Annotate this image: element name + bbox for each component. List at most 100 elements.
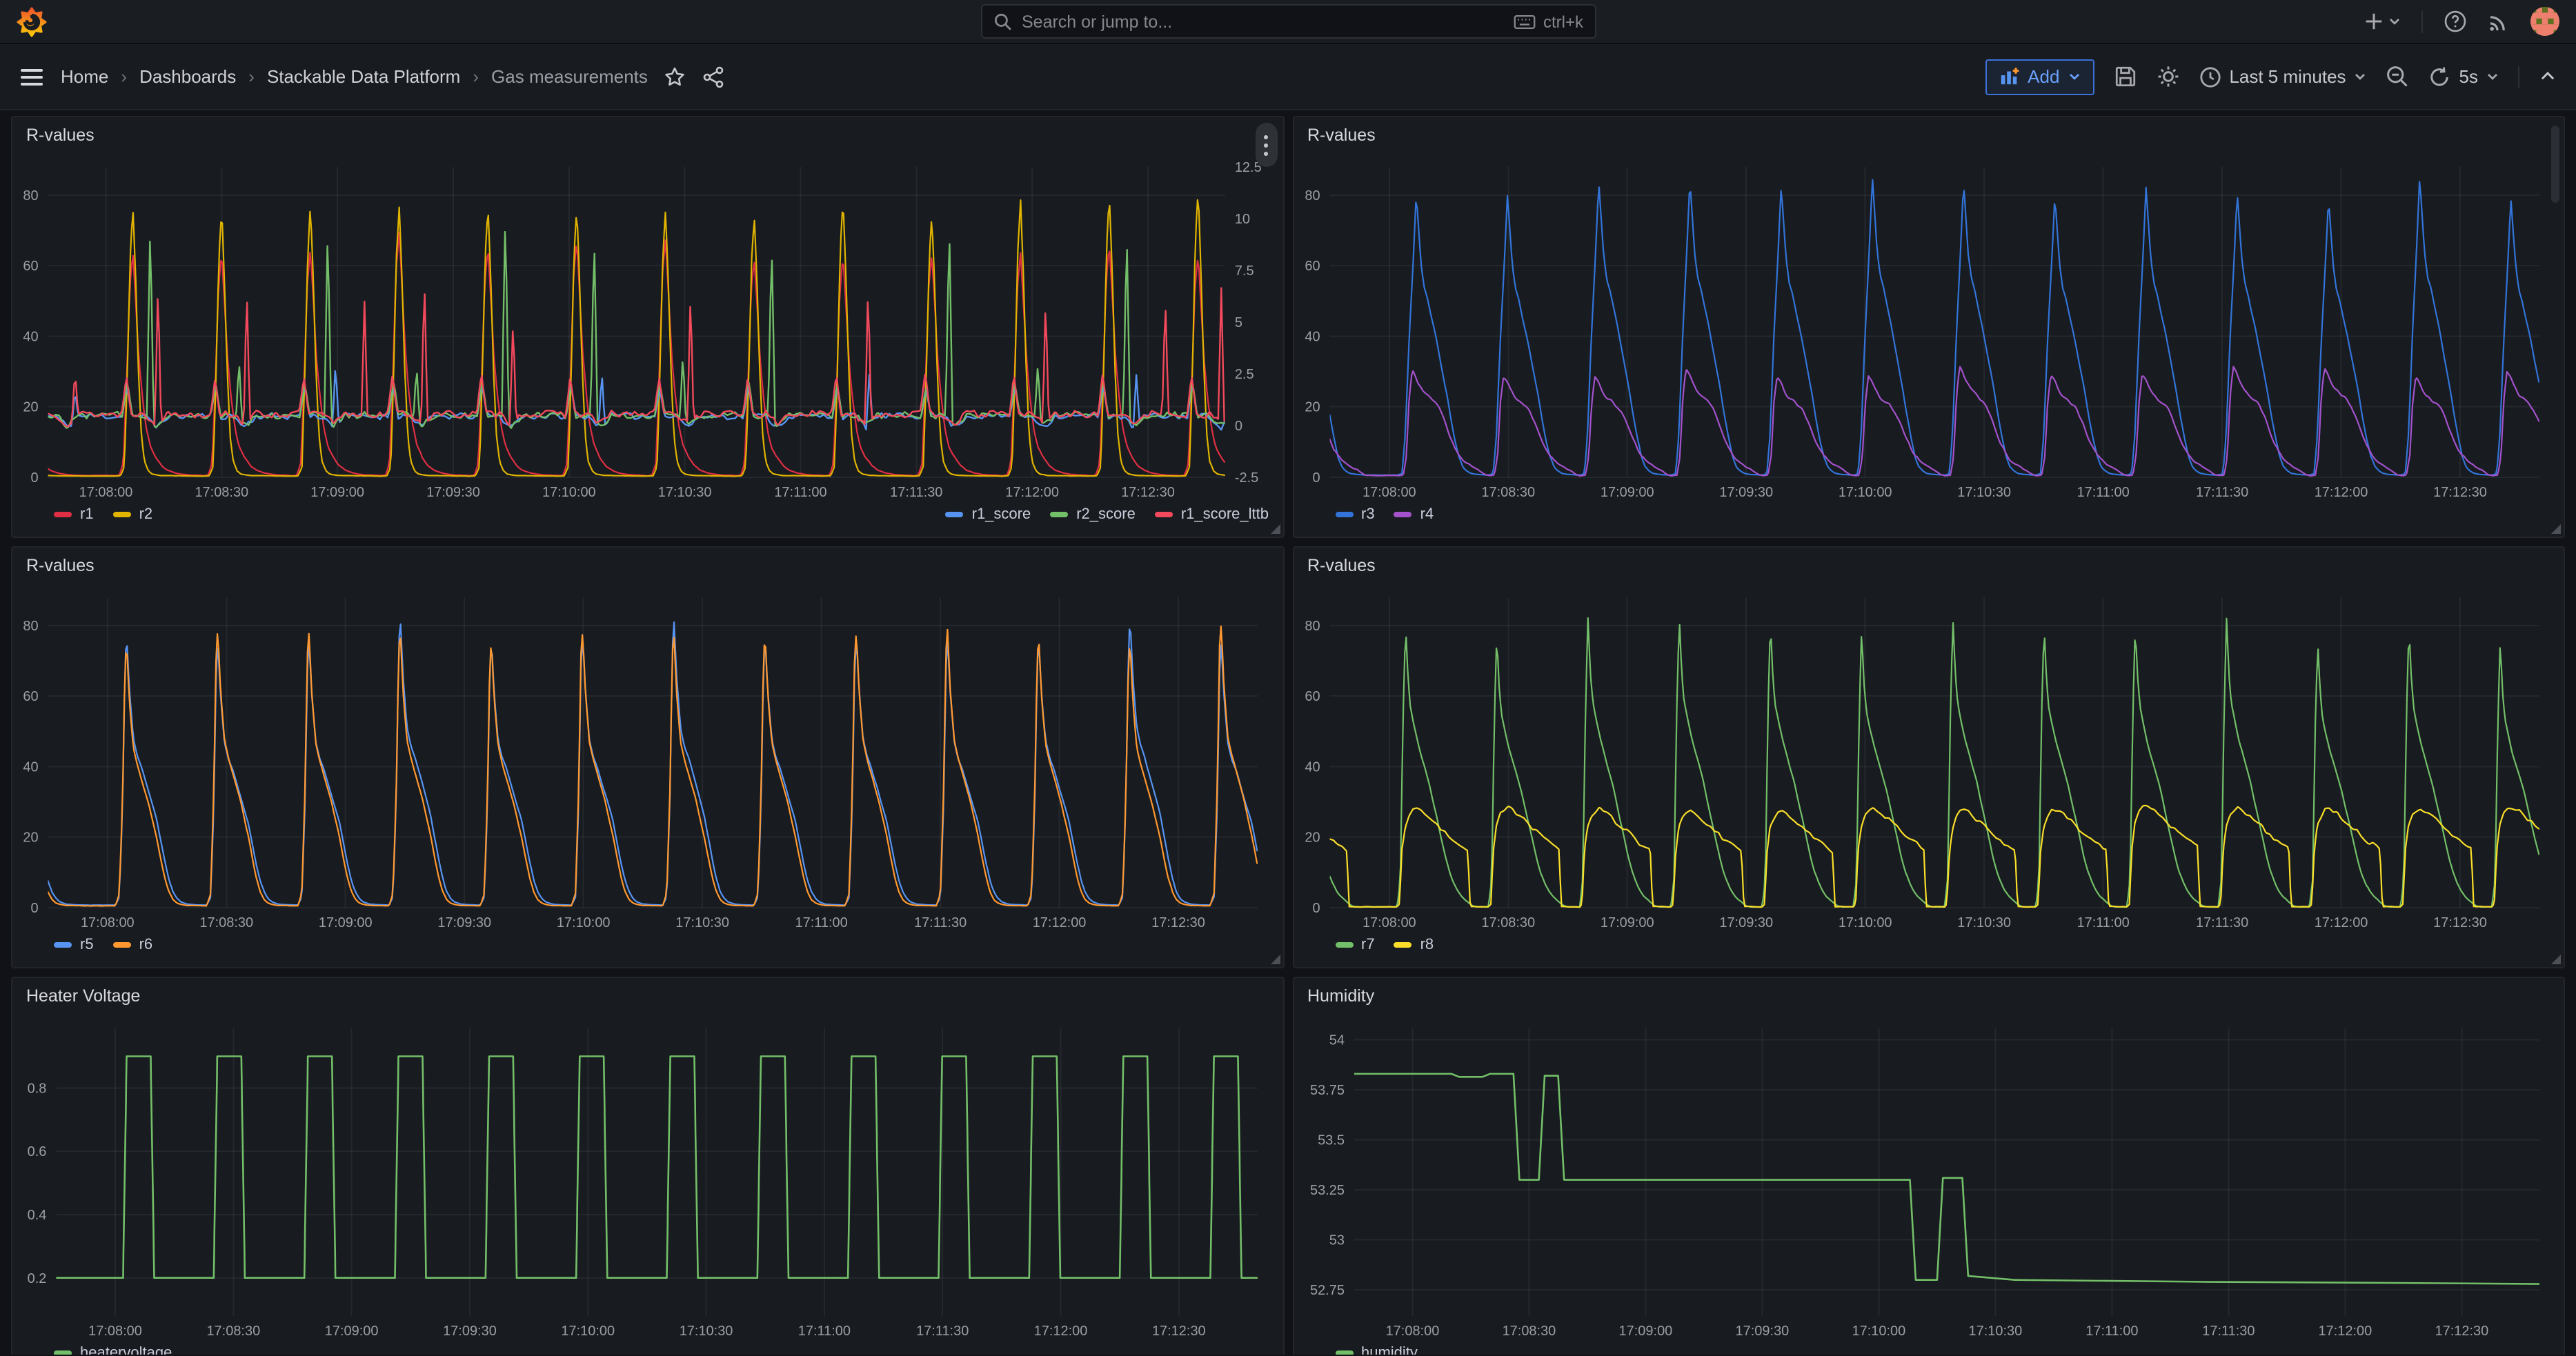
panel-resize-handle[interactable] [2551,524,2561,534]
legend-label: r1 [80,506,94,523]
user-avatar[interactable] [2530,7,2559,36]
zoom-out-icon [2386,65,2410,88]
zoom-out-button[interactable] [2386,65,2410,88]
panel-legend: r3 r4 [1294,503,2564,537]
panel-humidity: Humidity 17:08:0017:08:3017:09:0017:09:3… [1292,977,2565,1355]
toolbar-actions: Add Last 5 minutes [1985,59,2557,94]
legend-item-r1[interactable]: r1 [54,506,94,523]
svg-text:17:10:30: 17:10:30 [1956,915,2010,930]
svg-text:17:12:30: 17:12:30 [1152,1324,1206,1339]
legend-item-r5[interactable]: r5 [54,937,94,953]
legend-item-r2[interactable]: r2 [113,506,153,523]
svg-text:17:09:30: 17:09:30 [426,485,480,500]
legend-item-r1_score_lttb[interactable]: r1_score_lttb [1155,506,1269,523]
svg-text:0: 0 [30,470,38,486]
svg-text:17:09:00: 17:09:00 [325,1324,379,1339]
refresh-icon [2429,66,2451,88]
chart-heater-voltage[interactable]: 17:08:0017:08:3017:09:0017:09:3017:10:00… [18,1017,1274,1342]
svg-text:17:10:00: 17:10:00 [542,485,596,500]
legend-item-r1_score[interactable]: r1_score [946,506,1031,523]
new-menu-button[interactable] [2364,11,2401,32]
top-bar: Search or jump to... ctrl+k [0,0,2576,44]
svg-text:17:11:00: 17:11:00 [2077,915,2129,930]
svg-text:17:08:30: 17:08:30 [1480,485,1534,500]
svg-text:0.4: 0.4 [28,1208,47,1223]
panel-header[interactable]: R-values [1294,117,2564,153]
panel-r-values-3: R-values 17:08:0017:08:3017:09:0017:09:3… [11,546,1284,968]
legend-item-r2_score[interactable]: r2_score [1050,506,1136,523]
svg-text:17:10:00: 17:10:00 [561,1324,615,1339]
chart-r-values-2[interactable]: 17:08:0017:08:3017:09:0017:09:3017:10:00… [1299,156,2555,503]
panel-header[interactable]: R-values [1294,548,2564,584]
legend-swatch [946,512,964,517]
legend-item-r4[interactable]: r4 [1394,506,1434,523]
chevron-down-icon [2355,70,2367,83]
share-button[interactable] [703,66,725,88]
svg-text:17:12:30: 17:12:30 [2433,915,2486,930]
svg-text:17:11:00: 17:11:00 [2085,1324,2137,1339]
breadcrumb-dashboards[interactable]: Dashboards [139,66,236,87]
search-input[interactable]: Search or jump to... ctrl+k [980,4,1596,39]
svg-text:0.8: 0.8 [28,1081,47,1096]
svg-text:17:11:30: 17:11:30 [890,485,942,500]
panel-title: R-values [1307,126,1376,145]
legend-item-r6[interactable]: r6 [113,937,153,953]
dashboard-settings-button[interactable] [2156,65,2179,88]
legend-swatch [113,942,131,948]
panel-scrollbar-thumb[interactable] [2551,126,2559,203]
refresh-button[interactable]: 5s [2429,66,2499,88]
legend-swatch [1050,512,1068,517]
svg-text:0.6: 0.6 [28,1144,47,1159]
breadcrumb-home[interactable]: Home [61,66,108,87]
legend-swatch [1335,942,1353,948]
chart-humidity[interactable]: 17:08:0017:08:3017:09:0017:09:3017:10:00… [1299,1017,2555,1342]
chart-r-values-1[interactable]: 17:08:0017:08:3017:09:0017:09:3017:10:00… [18,156,1274,503]
legend-item-r3[interactable]: r3 [1335,506,1375,523]
legend-swatch [54,942,72,948]
save-dashboard-button[interactable] [2113,65,2137,88]
grafana-logo-icon[interactable] [17,6,47,37]
legend-swatch [1155,512,1173,517]
collapse-toolbar-button[interactable] [2539,68,2557,86]
favorite-star-button[interactable] [664,66,686,88]
chart-r-values-4[interactable]: 17:08:0017:08:3017:09:0017:09:3017:10:00… [1299,586,2555,934]
svg-text:17:11:00: 17:11:00 [774,485,826,500]
legend-label: r2_score [1076,506,1136,523]
panel-header[interactable]: R-values [12,548,1282,584]
legend-item-humidity[interactable]: humidity [1335,1345,1418,1355]
toolbar-divider [2518,66,2519,88]
mega-menu-button[interactable] [19,64,44,89]
svg-text:60: 60 [1304,259,1319,274]
svg-text:17:12:30: 17:12:30 [2434,1324,2488,1339]
gear-icon [2156,65,2179,88]
svg-text:10: 10 [1235,212,1250,227]
svg-text:17:11:30: 17:11:30 [2201,1324,2254,1339]
svg-text:17:09:30: 17:09:30 [1735,1324,1789,1339]
legend-item-heatervoltage[interactable]: heatervoltage [54,1345,172,1355]
time-range-picker[interactable]: Last 5 minutes [2199,66,2366,88]
svg-text:17:10:30: 17:10:30 [675,915,729,930]
svg-text:17:09:00: 17:09:00 [310,485,364,500]
svg-text:17:08:00: 17:08:00 [81,915,135,930]
panel-menu-button[interactable] [1255,123,1277,167]
svg-text:20: 20 [1304,400,1319,415]
panel-header[interactable]: R-values [12,117,1282,153]
panel-title: Heater Voltage [26,986,140,1006]
add-panel-button[interactable]: Add [1985,59,2094,94]
panel-resize-handle[interactable] [1270,955,1280,964]
legend-swatch [1335,1350,1353,1355]
legend-label: r4 [1420,506,1434,523]
news-rss-button[interactable] [2488,10,2510,32]
panel-header[interactable]: Heater Voltage [12,978,1282,1014]
shortcut-hint: ctrl+k [1514,12,1583,31]
add-panel-icon [1999,66,2019,87]
panel-resize-handle[interactable] [1270,524,1280,534]
legend-item-r7[interactable]: r7 [1335,937,1375,953]
breadcrumb-folder[interactable]: Stackable Data Platform [267,66,460,87]
panel-resize-handle[interactable] [2551,955,2561,964]
chart-r-values-3[interactable]: 17:08:0017:08:3017:09:0017:09:3017:10:00… [18,586,1274,934]
svg-text:0: 0 [1311,470,1319,486]
help-button[interactable] [2444,10,2467,33]
legend-item-r8[interactable]: r8 [1394,937,1434,953]
panel-header[interactable]: Humidity [1294,978,2564,1014]
